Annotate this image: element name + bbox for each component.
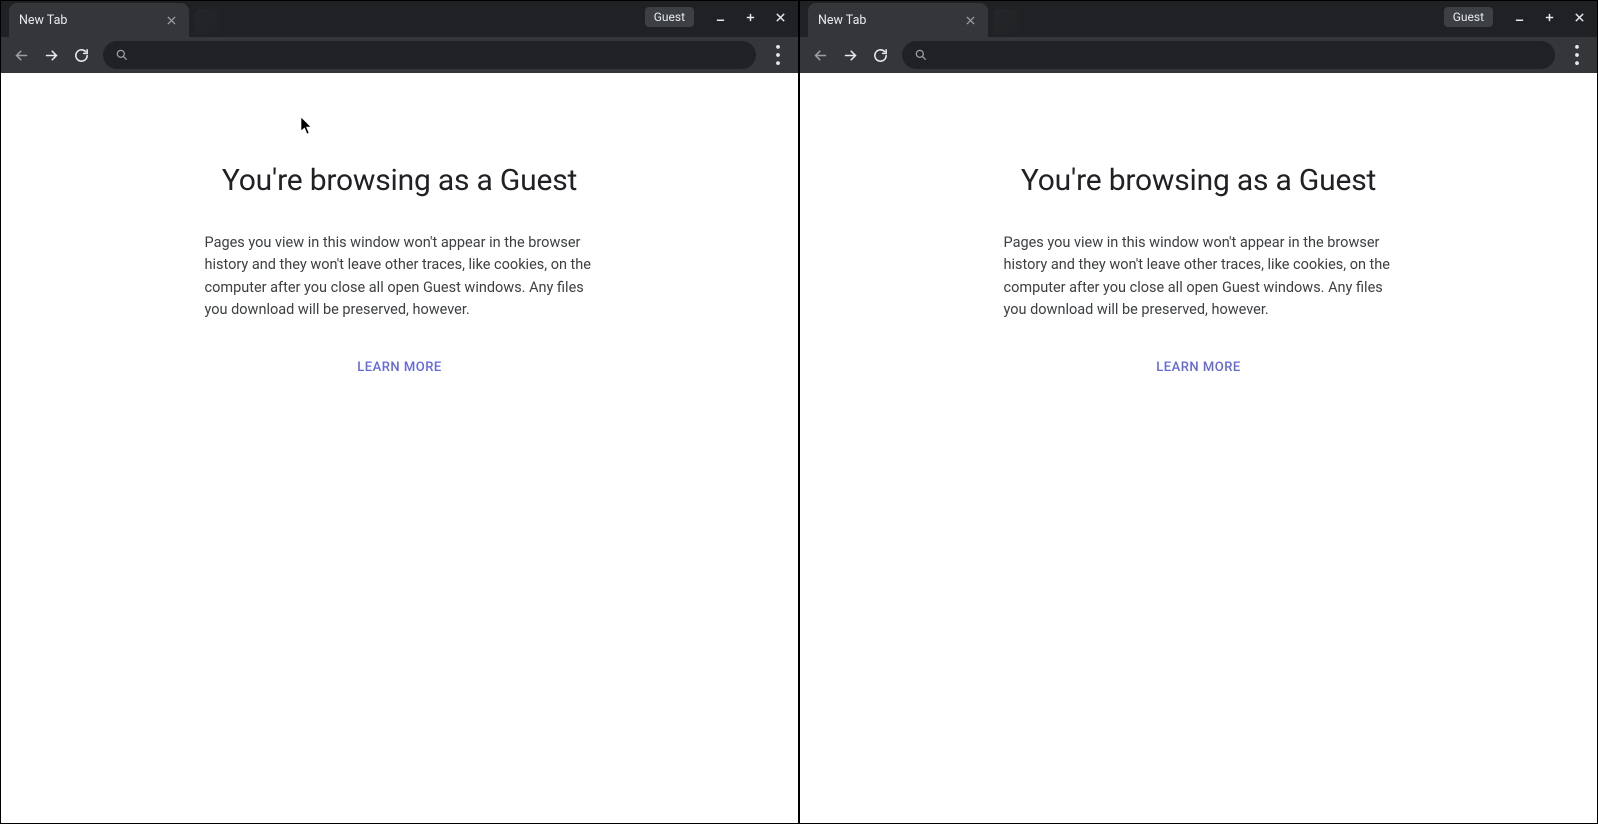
titlebar[interactable]: New Tab Guest	[1, 1, 798, 37]
reload-icon[interactable]	[67, 41, 95, 69]
forward-icon[interactable]	[836, 41, 864, 69]
close-window-icon[interactable]	[770, 7, 790, 27]
tab-title: New Tab	[818, 13, 962, 28]
tab-outline	[994, 9, 1020, 35]
toolbar	[1, 37, 798, 73]
page-content: You're browsing as a Guest Pages you vie…	[800, 73, 1597, 823]
forward-icon[interactable]	[37, 41, 65, 69]
close-window-icon[interactable]	[1569, 7, 1589, 27]
tab-title: New Tab	[19, 13, 163, 28]
browser-window-left: New Tab Guest	[0, 0, 799, 824]
address-bar[interactable]	[103, 41, 756, 69]
new-window-icon[interactable]	[1539, 7, 1559, 27]
minimize-icon[interactable]	[710, 7, 730, 27]
close-tab-icon[interactable]	[163, 12, 179, 28]
toolbar	[800, 37, 1597, 73]
tab-outline	[195, 9, 221, 35]
back-icon[interactable]	[7, 41, 35, 69]
menu-icon[interactable]	[764, 41, 792, 69]
guest-badge[interactable]: Guest	[645, 7, 694, 27]
tab-active[interactable]: New Tab	[9, 3, 189, 37]
reload-icon[interactable]	[866, 41, 894, 69]
window-controls: Guest	[1444, 1, 1589, 33]
cursor-icon	[300, 117, 314, 135]
menu-icon[interactable]	[1563, 41, 1591, 69]
guest-badge[interactable]: Guest	[1444, 7, 1493, 27]
browser-window-right: New Tab Guest	[799, 0, 1598, 824]
search-icon	[115, 48, 129, 62]
learn-more-link[interactable]: LEARN MORE	[357, 360, 441, 375]
guest-heading: You're browsing as a Guest	[222, 163, 577, 198]
close-tab-icon[interactable]	[962, 12, 978, 28]
page-content: You're browsing as a Guest Pages you vie…	[1, 73, 798, 823]
titlebar[interactable]: New Tab Guest	[800, 1, 1597, 37]
learn-more-link[interactable]: LEARN MORE	[1156, 360, 1240, 375]
minimize-icon[interactable]	[1509, 7, 1529, 27]
guest-heading: You're browsing as a Guest	[1021, 163, 1376, 198]
back-icon[interactable]	[806, 41, 834, 69]
guest-body-text: Pages you view in this window won't appe…	[1004, 232, 1394, 322]
tab-active[interactable]: New Tab	[808, 3, 988, 37]
address-bar[interactable]	[902, 41, 1555, 69]
guest-body-text: Pages you view in this window won't appe…	[205, 232, 595, 322]
new-window-icon[interactable]	[740, 7, 760, 27]
window-controls: Guest	[645, 1, 790, 33]
search-icon	[914, 48, 928, 62]
